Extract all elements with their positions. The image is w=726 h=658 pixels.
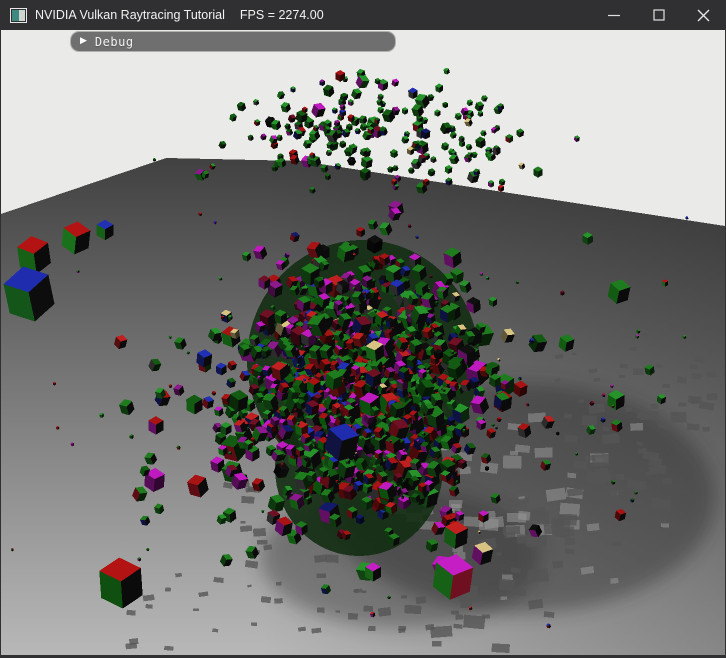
maximize-button[interactable]: [636, 0, 681, 30]
viewport-3d[interactable]: ▶ Debug: [1, 30, 725, 655]
window-titlebar[interactable]: NVIDIA Vulkan Raytracing Tutorial FPS = …: [0, 0, 726, 30]
close-button[interactable]: [681, 0, 726, 30]
raytraced-scene-canvas[interactable]: [1, 30, 725, 655]
minimize-button[interactable]: [591, 0, 636, 30]
close-icon: [697, 9, 710, 22]
window-border-left: [0, 30, 1, 655]
maximize-icon: [653, 9, 665, 21]
minimize-icon: [608, 9, 620, 21]
debug-panel-header[interactable]: ▶ Debug: [71, 32, 395, 51]
debug-panel-label: Debug: [95, 35, 134, 49]
fps-counter: FPS = 2274.00: [240, 8, 324, 22]
collapse-arrow-icon: ▶: [80, 37, 87, 46]
app-icon: [10, 8, 27, 23]
window-controls: [591, 0, 726, 30]
window-title: NVIDIA Vulkan Raytracing Tutorial: [35, 8, 225, 22]
